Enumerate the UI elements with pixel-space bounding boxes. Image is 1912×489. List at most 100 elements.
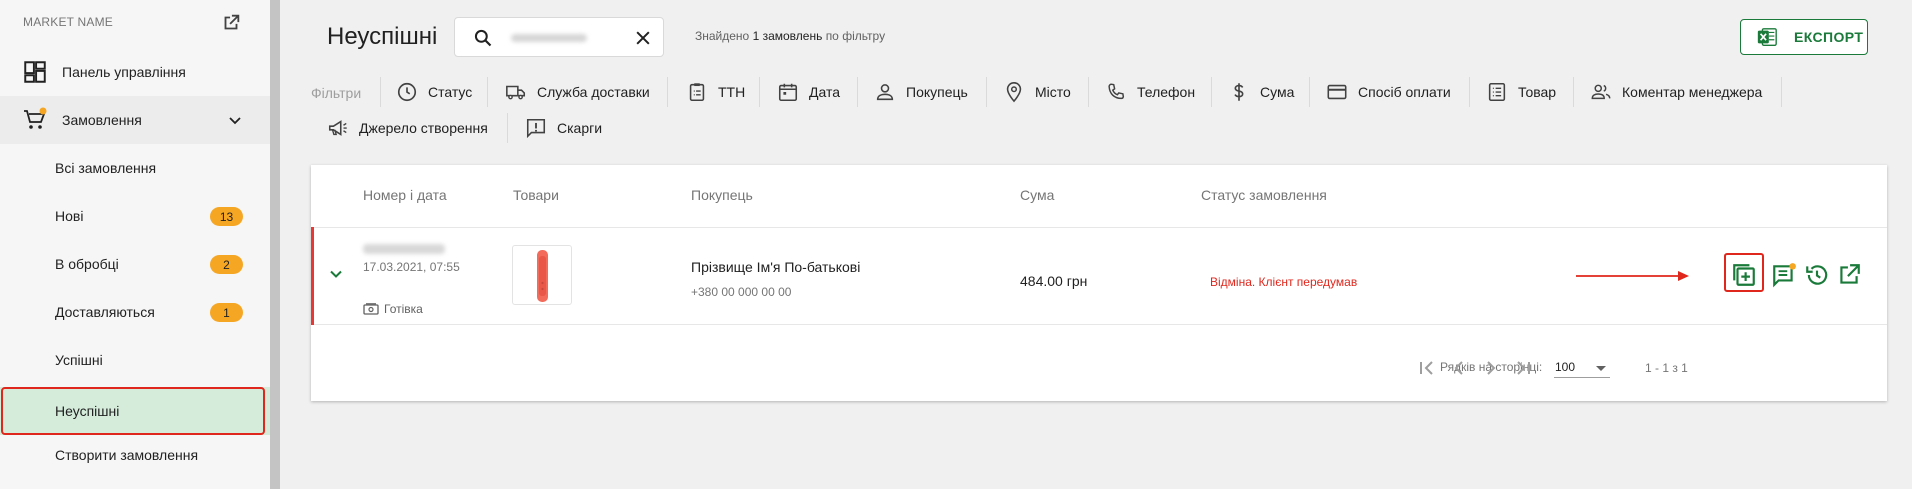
page-title: Неуспішні bbox=[327, 23, 438, 50]
row-status-bar bbox=[311, 227, 314, 325]
column-header-buyer[interactable]: Покупець bbox=[691, 187, 753, 203]
divider bbox=[1573, 77, 1574, 107]
sidebar-item-unsuccessful[interactable]: Неуспішні bbox=[0, 387, 270, 435]
filter-city[interactable]: Місто bbox=[1003, 74, 1071, 110]
found-count: 1 замовлень bbox=[752, 29, 823, 43]
close-icon[interactable] bbox=[633, 28, 653, 48]
next-page-icon[interactable] bbox=[1479, 356, 1503, 380]
sidebar: MARKET NAME Панель управління Замовлення… bbox=[0, 0, 270, 489]
table-row[interactable]: 17.03.2021, 07:55 Готівка Прізвище Ім'я … bbox=[311, 227, 1887, 325]
filter-label: Джерело створення bbox=[359, 120, 488, 136]
divider bbox=[1781, 77, 1782, 107]
sidebar-scrollbar[interactable] bbox=[270, 0, 280, 489]
column-header-sum[interactable]: Сума bbox=[1020, 187, 1054, 203]
filter-date[interactable]: Дата bbox=[777, 74, 840, 110]
found-suffix: по фільтру bbox=[825, 29, 886, 43]
filter-product[interactable]: Товар bbox=[1486, 74, 1556, 110]
product-thumbnail[interactable] bbox=[512, 245, 572, 305]
filter-label: Покупець bbox=[906, 84, 968, 100]
column-header-products[interactable]: Товари bbox=[513, 187, 559, 203]
watch-strap-image bbox=[537, 250, 548, 302]
filter-buyer[interactable]: Покупець bbox=[874, 74, 968, 110]
first-page-icon[interactable] bbox=[1415, 356, 1439, 380]
payment-label: Готівка bbox=[384, 302, 423, 316]
filter-label: ТТН bbox=[718, 84, 746, 100]
nav-orders[interactable]: Замовлення bbox=[0, 96, 270, 144]
search-value-redacted bbox=[511, 34, 587, 42]
divider bbox=[487, 77, 488, 107]
filter-phone[interactable]: Телефон bbox=[1105, 74, 1195, 110]
divider bbox=[986, 77, 987, 107]
previous-page-icon[interactable] bbox=[1447, 356, 1471, 380]
search-input[interactable] bbox=[454, 17, 664, 57]
dropdown-triangle-icon bbox=[1596, 366, 1606, 371]
nav-orders-label: Замовлення bbox=[62, 112, 142, 128]
last-page-icon[interactable] bbox=[1511, 356, 1535, 380]
sidebar-item-all-orders[interactable]: Всі замовлення bbox=[0, 144, 270, 192]
sidebar-item-create-order[interactable]: Створити замовлення bbox=[0, 431, 270, 479]
location-pin-icon bbox=[1006, 82, 1022, 103]
divider bbox=[507, 113, 508, 143]
sidebar-item-label: Успішні bbox=[55, 352, 103, 368]
filter-complaints[interactable]: Скарги bbox=[525, 110, 602, 146]
filter-status[interactable]: Статус bbox=[396, 74, 472, 110]
filter-label: Спосіб оплати bbox=[1358, 84, 1451, 100]
filter-label: Товар bbox=[1518, 84, 1557, 100]
filter-delivery-service[interactable]: Служба доставки bbox=[505, 74, 650, 110]
divider bbox=[1469, 77, 1470, 107]
sidebar-item-label: Неуспішні bbox=[55, 403, 120, 419]
count-badge: 13 bbox=[210, 207, 243, 226]
divider bbox=[380, 77, 381, 107]
list-icon bbox=[1488, 82, 1506, 102]
chevron-down-icon[interactable] bbox=[328, 266, 344, 282]
truck-icon bbox=[506, 85, 526, 100]
dashboard-icon bbox=[24, 61, 46, 83]
rows-per-page-select[interactable]: 100 bbox=[1554, 356, 1610, 378]
people-icon bbox=[1591, 84, 1611, 100]
sidebar-item-processing[interactable]: В обробці 2 bbox=[0, 240, 270, 288]
comment-icon[interactable] bbox=[1771, 262, 1797, 288]
add-box-icon[interactable] bbox=[1731, 262, 1757, 288]
sidebar-item-label: Нові bbox=[55, 208, 84, 224]
feedback-icon bbox=[526, 118, 546, 139]
filter-manager-comment[interactable]: Коментар менеджера bbox=[1590, 74, 1762, 110]
sidebar-item-delivering[interactable]: Доставляються 1 bbox=[0, 288, 270, 336]
credit-card-icon bbox=[1327, 84, 1347, 100]
divider bbox=[857, 77, 858, 107]
megaphone-icon bbox=[328, 120, 347, 136]
open-external-icon[interactable] bbox=[1836, 262, 1862, 288]
annotation-arrow bbox=[1576, 271, 1689, 281]
filter-label: Скарги bbox=[557, 120, 603, 136]
filter-label: Телефон bbox=[1137, 84, 1196, 100]
buyer-name: Прізвище Ім'я По-батькові bbox=[691, 259, 861, 275]
order-sum: 484.00 грн bbox=[1020, 273, 1088, 289]
chevron-down-icon[interactable] bbox=[227, 112, 243, 128]
payment-method: Готівка bbox=[363, 302, 423, 316]
excel-icon bbox=[1757, 28, 1777, 46]
filter-ttn[interactable]: ТТН bbox=[686, 74, 745, 110]
filter-label: Коментар менеджера bbox=[1622, 84, 1763, 100]
column-header-number-date[interactable]: Номер і дата bbox=[363, 187, 447, 203]
export-button[interactable]: ЕКСПОРТ bbox=[1740, 19, 1868, 55]
nav-dashboard[interactable]: Панель управління bbox=[0, 48, 270, 96]
export-label: ЕКСПОРТ bbox=[1794, 29, 1864, 45]
count-badge: 1 bbox=[210, 303, 243, 322]
found-prefix: Знайдено bbox=[695, 29, 750, 43]
filter-sum[interactable]: Сума bbox=[1228, 74, 1294, 110]
calendar-icon bbox=[778, 83, 798, 102]
open-external-icon[interactable] bbox=[220, 12, 242, 34]
history-icon[interactable] bbox=[1804, 262, 1830, 288]
orders-table: Номер і дата Товари Покупець Сума Статус… bbox=[311, 165, 1887, 401]
column-header-order-status[interactable]: Статус замовлення bbox=[1201, 187, 1327, 203]
sidebar-item-label: Створити замовлення bbox=[55, 447, 199, 463]
filter-label: Статус bbox=[428, 84, 473, 100]
sidebar-item-successful[interactable]: Успішні bbox=[0, 336, 270, 384]
filter-payment-method[interactable]: Спосіб оплати bbox=[1326, 74, 1451, 110]
market-name: MARKET NAME bbox=[23, 15, 113, 29]
filter-source[interactable]: Джерело створення bbox=[327, 110, 488, 146]
filters-label: Фільтри bbox=[311, 85, 362, 101]
rows-per-page-value: 100 bbox=[1555, 360, 1576, 374]
dollar-icon bbox=[1234, 83, 1244, 101]
search-icon bbox=[474, 29, 492, 47]
sidebar-item-new[interactable]: Нові 13 bbox=[0, 192, 270, 240]
